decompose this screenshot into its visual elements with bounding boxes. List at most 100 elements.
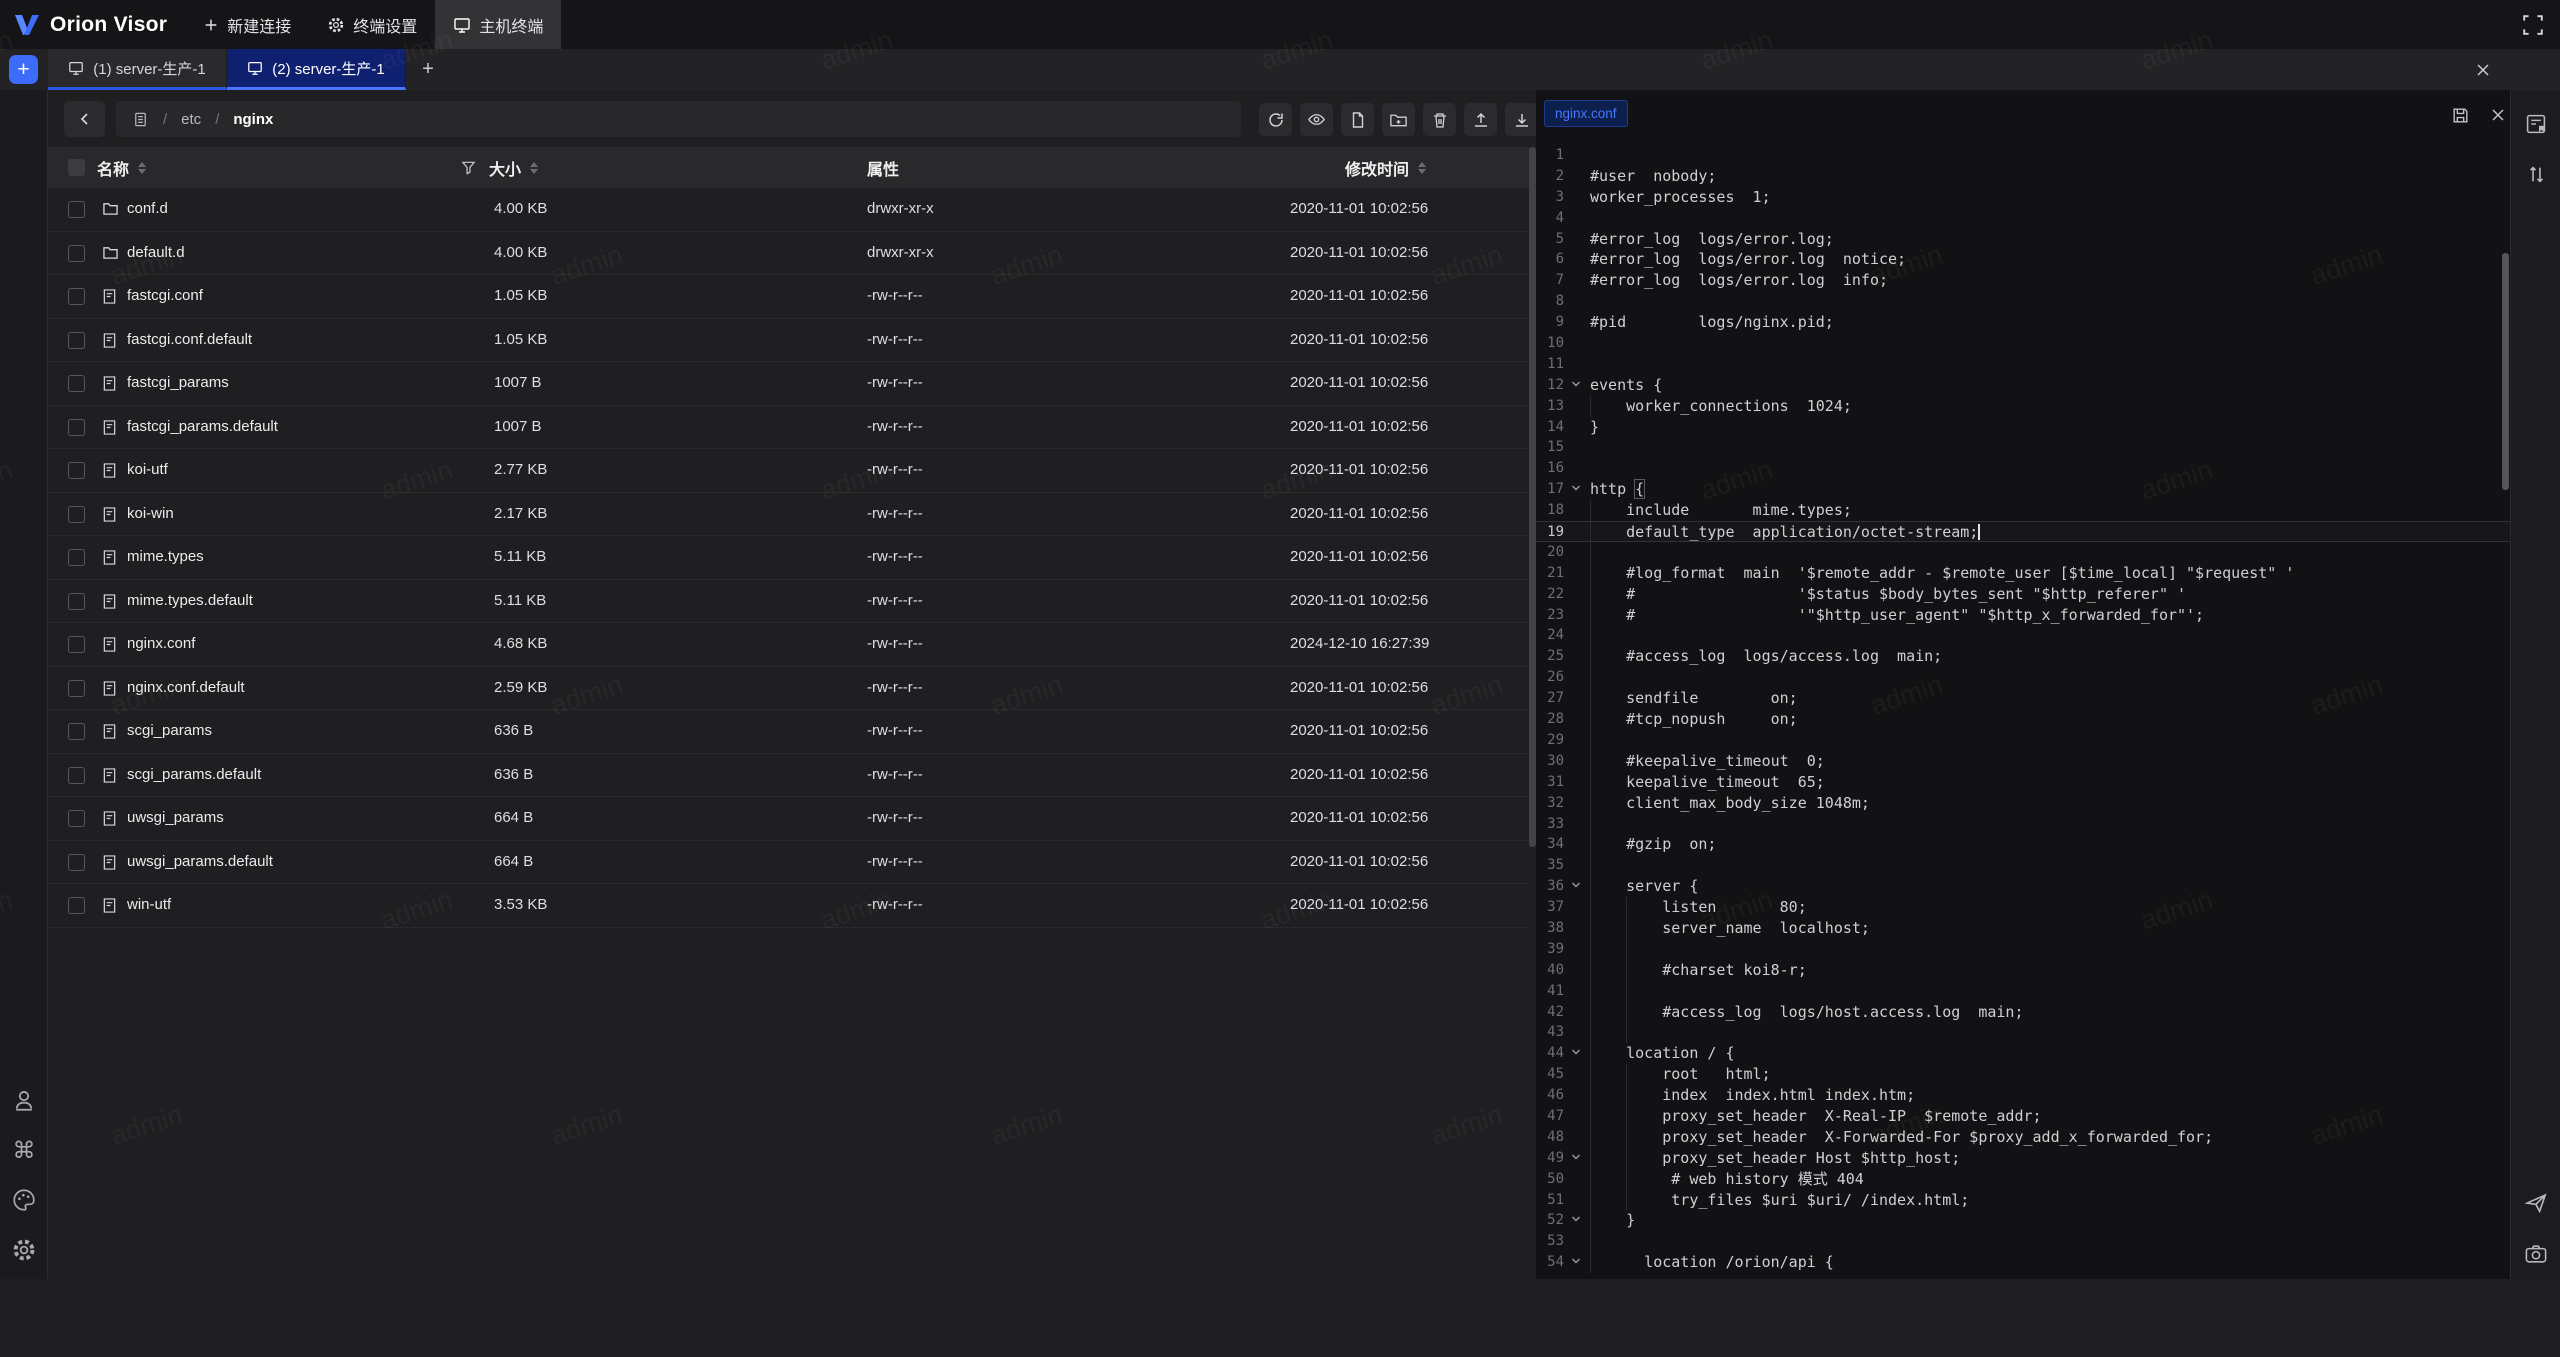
- file-row[interactable]: scgi_params 636 B -rw-r--r-- 2020-11-01 …: [48, 710, 1529, 754]
- row-checkbox[interactable]: [68, 375, 85, 392]
- file-row[interactable]: default.d 4.00 KB drwxr-xr-x 2020-11-01 …: [48, 232, 1529, 276]
- file-row[interactable]: mime.types.default 5.11 KB -rw-r--r-- 20…: [48, 580, 1529, 624]
- theme-button[interactable]: [9, 1185, 39, 1215]
- filter-icon[interactable]: [460, 159, 477, 176]
- tab-server-prod-1[interactable]: (1) server-生产-1: [48, 49, 227, 90]
- code-line[interactable]: 41: [1536, 981, 2510, 1002]
- breadcrumb[interactable]: / etc / nginx: [116, 101, 1241, 137]
- fold-chevron-icon[interactable]: [1566, 1210, 1586, 1231]
- code-line[interactable]: 14 }: [1536, 417, 2510, 438]
- row-checkbox[interactable]: [68, 593, 85, 610]
- code-line[interactable]: 15: [1536, 437, 2510, 458]
- file-name[interactable]: fastcgi_params: [127, 374, 229, 391]
- code-line[interactable]: 37 listen 80;: [1536, 897, 2510, 918]
- code-line[interactable]: 31 keepalive_timeout 65;: [1536, 772, 2510, 793]
- sort-mtime-button[interactable]: [1418, 162, 1426, 174]
- file-row[interactable]: nginx.conf 4.68 KB -rw-r--r-- 2024-12-10…: [48, 623, 1529, 667]
- code-line[interactable]: 21 #log_format main '$remote_addr - $rem…: [1536, 563, 2510, 584]
- row-checkbox[interactable]: [68, 723, 85, 740]
- breadcrumb-segment-etc[interactable]: etc: [181, 111, 201, 128]
- code-line[interactable]: 2 #user nobody;: [1536, 166, 2510, 187]
- app-brand[interactable]: Orion Visor: [14, 13, 167, 37]
- file-name[interactable]: nginx.conf.default: [127, 679, 245, 696]
- code-line[interactable]: 45 root html;: [1536, 1064, 2510, 1085]
- code-line[interactable]: 54 location /orion/api {: [1536, 1252, 2510, 1273]
- row-checkbox[interactable]: [68, 506, 85, 523]
- transfer-button[interactable]: [2521, 159, 2551, 189]
- code-line[interactable]: 51 try_files $uri $uri/ /index.html;: [1536, 1190, 2510, 1211]
- file-name[interactable]: scgi_params: [127, 722, 212, 739]
- code-line[interactable]: 39: [1536, 939, 2510, 960]
- code-line[interactable]: 35: [1536, 855, 2510, 876]
- fold-chevron-icon[interactable]: [1566, 479, 1586, 500]
- file-table-scrollbar[interactable]: [1529, 147, 1536, 847]
- file-name[interactable]: fastcgi.conf.default: [127, 331, 252, 348]
- code-line[interactable]: 1: [1536, 145, 2510, 166]
- code-line[interactable]: 46 index index.html index.htm;: [1536, 1085, 2510, 1106]
- upload-button[interactable]: [1464, 103, 1497, 136]
- code-line[interactable]: 19 default_type application/octet-stream…: [1536, 521, 2510, 542]
- file-name[interactable]: fastcgi_params.default: [127, 418, 278, 435]
- file-name[interactable]: nginx.conf: [127, 635, 195, 652]
- fold-chevron-icon[interactable]: [1566, 1043, 1586, 1064]
- file-name[interactable]: default.d: [127, 244, 185, 261]
- file-name[interactable]: mime.types.default: [127, 592, 253, 609]
- code-line[interactable]: 11: [1536, 354, 2510, 375]
- code-line[interactable]: 26: [1536, 667, 2510, 688]
- code-line[interactable]: 36 server {: [1536, 876, 2510, 897]
- code-line[interactable]: 49 proxy_set_header Host $http_host;: [1536, 1148, 2510, 1169]
- code-line[interactable]: 22 # '$status $body_bytes_sent "$http_re…: [1536, 584, 2510, 605]
- select-all-checkbox[interactable]: [68, 147, 85, 188]
- code-line[interactable]: 12 events {: [1536, 375, 2510, 396]
- code-line[interactable]: 30 #keepalive_timeout 0;: [1536, 751, 2510, 772]
- code-line[interactable]: 28 #tcp_nopush on;: [1536, 709, 2510, 730]
- file-name[interactable]: win-utf: [127, 896, 171, 913]
- menu-new-connection[interactable]: 新建连接: [185, 0, 309, 49]
- row-checkbox[interactable]: [68, 810, 85, 827]
- file-row[interactable]: fastcgi_params.default 1007 B -rw-r--r--…: [48, 406, 1529, 450]
- code-line[interactable]: 42 #access_log logs/host.access.log main…: [1536, 1002, 2510, 1023]
- code-line[interactable]: 33: [1536, 814, 2510, 835]
- settings-button[interactable]: [9, 1235, 39, 1265]
- send-command-button[interactable]: [2521, 1187, 2551, 1217]
- show-hidden-files-button[interactable]: [1300, 103, 1333, 136]
- file-name[interactable]: scgi_params.default: [127, 766, 261, 783]
- fold-chevron-icon[interactable]: [1566, 1252, 1586, 1273]
- code-line[interactable]: 29: [1536, 730, 2510, 751]
- code-line[interactable]: 20: [1536, 542, 2510, 563]
- fullscreen-button[interactable]: [2522, 12, 2548, 38]
- download-button[interactable]: [1505, 103, 1538, 136]
- code-line[interactable]: 27 sendfile on;: [1536, 688, 2510, 709]
- fold-chevron-icon[interactable]: [1566, 876, 1586, 897]
- file-row[interactable]: fastcgi.conf 1.05 KB -rw-r--r-- 2020-11-…: [48, 275, 1529, 319]
- add-tab-button[interactable]: +: [406, 49, 450, 90]
- code-line[interactable]: 13 worker_connections 1024;: [1536, 396, 2510, 417]
- row-checkbox[interactable]: [68, 332, 85, 349]
- row-checkbox[interactable]: [68, 767, 85, 784]
- menu-host-terminal[interactable]: 主机终端: [435, 0, 561, 49]
- file-name[interactable]: koi-win: [127, 505, 174, 522]
- code-line[interactable]: 8: [1536, 291, 2510, 312]
- fold-chevron-icon[interactable]: [1566, 1148, 1586, 1169]
- fold-chevron-icon[interactable]: [1566, 375, 1586, 396]
- code-line[interactable]: 38 server_name localhost;: [1536, 918, 2510, 939]
- file-name[interactable]: uwsgi_params: [127, 809, 224, 826]
- code-line[interactable]: 3 worker_processes 1;: [1536, 187, 2510, 208]
- row-checkbox[interactable]: [68, 462, 85, 479]
- code-line[interactable]: 7 #error_log logs/error.log info;: [1536, 270, 2510, 291]
- code-line[interactable]: 4: [1536, 208, 2510, 229]
- back-button[interactable]: [64, 101, 105, 137]
- code-line[interactable]: 44 location / {: [1536, 1043, 2510, 1064]
- file-row[interactable]: mime.types 5.11 KB -rw-r--r-- 2020-11-01…: [48, 536, 1529, 580]
- file-name[interactable]: conf.d: [127, 200, 168, 217]
- row-checkbox[interactable]: [68, 245, 85, 262]
- row-checkbox[interactable]: [68, 897, 85, 914]
- file-name[interactable]: uwsgi_params.default: [127, 853, 273, 870]
- code-line[interactable]: 48 proxy_set_header X-Forwarded-For $pro…: [1536, 1127, 2510, 1148]
- row-checkbox[interactable]: [68, 680, 85, 697]
- file-row[interactable]: uwsgi_params 664 B -rw-r--r-- 2020-11-01…: [48, 797, 1529, 841]
- close-sftp-panel-button[interactable]: [2474, 57, 2500, 83]
- snippets-button[interactable]: [2521, 109, 2551, 139]
- delete-button[interactable]: [1423, 103, 1456, 136]
- file-row[interactable]: koi-utf 2.77 KB -rw-r--r-- 2020-11-01 10…: [48, 449, 1529, 493]
